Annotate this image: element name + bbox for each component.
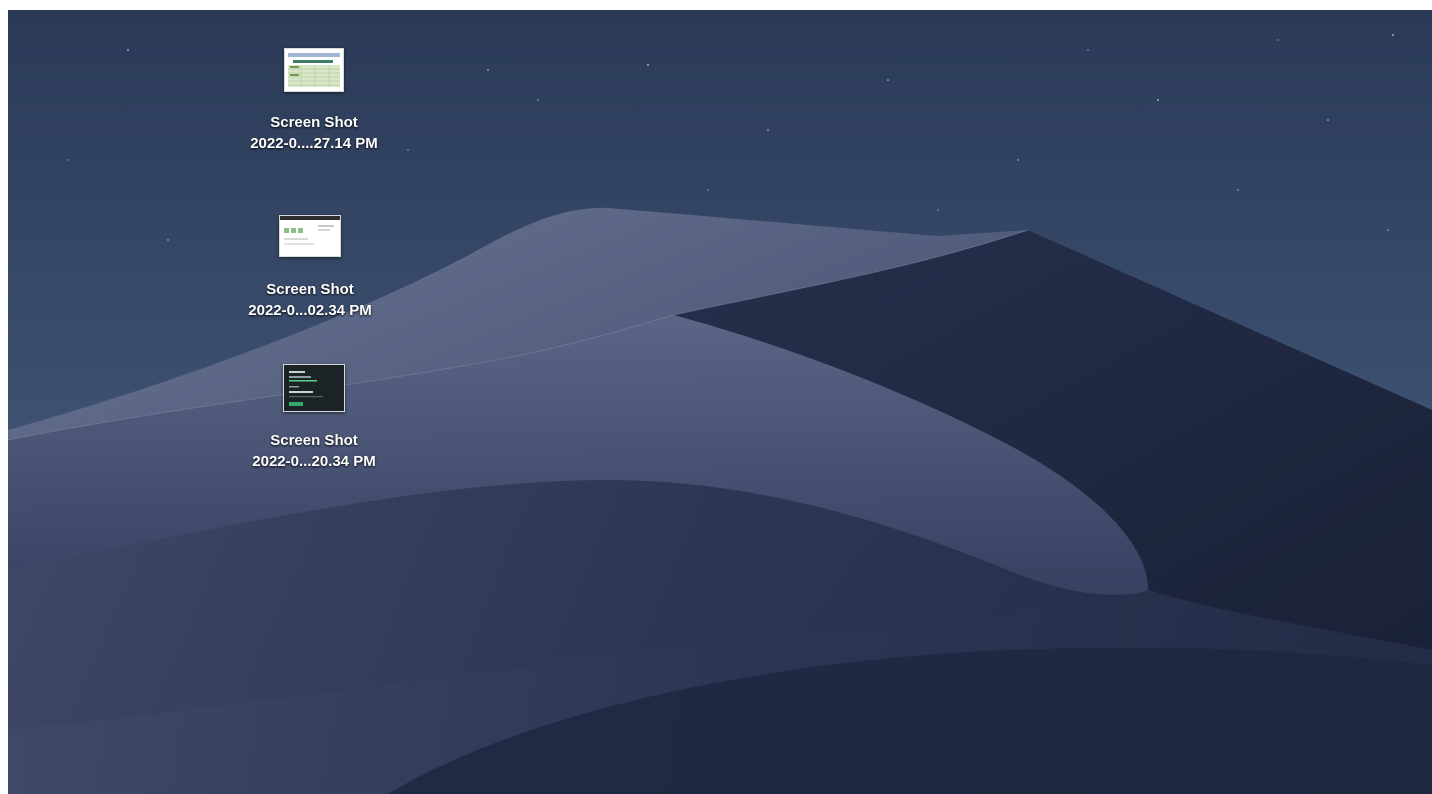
icon-label-line2: 2022-0....27.14 PM [250,135,378,152]
webpage-preview-icon [279,215,341,257]
desktop[interactable]: Screen Shot 2022-0....27.14 PM Screen Sh… [0,0,1432,794]
desktop-icon-screenshot-2[interactable]: Screen Shot 2022-0...02.34 PM [215,215,405,325]
icon-label: Screen Shot 2022-0...20.34 PM [219,430,409,472]
desktop-icon-screenshot-1[interactable]: Screen Shot 2022-0....27.14 PM [219,48,409,158]
desktop-icon-screenshot-3[interactable]: Screen Shot 2022-0...20.34 PM [219,364,409,474]
icon-label-line2: 2022-0...02.34 PM [248,302,372,319]
icon-label-line2: 2022-0...20.34 PM [252,453,376,470]
spreadsheet-preview-icon [284,48,344,92]
dark-terminal-preview-icon [283,364,345,412]
icon-label: Screen Shot 2022-0....27.14 PM [219,112,409,154]
icon-label-line1: Screen Shot [266,281,354,298]
icon-label-line1: Screen Shot [270,114,358,131]
icon-label-line1: Screen Shot [270,432,358,449]
icon-label: Screen Shot 2022-0...02.34 PM [215,279,405,321]
